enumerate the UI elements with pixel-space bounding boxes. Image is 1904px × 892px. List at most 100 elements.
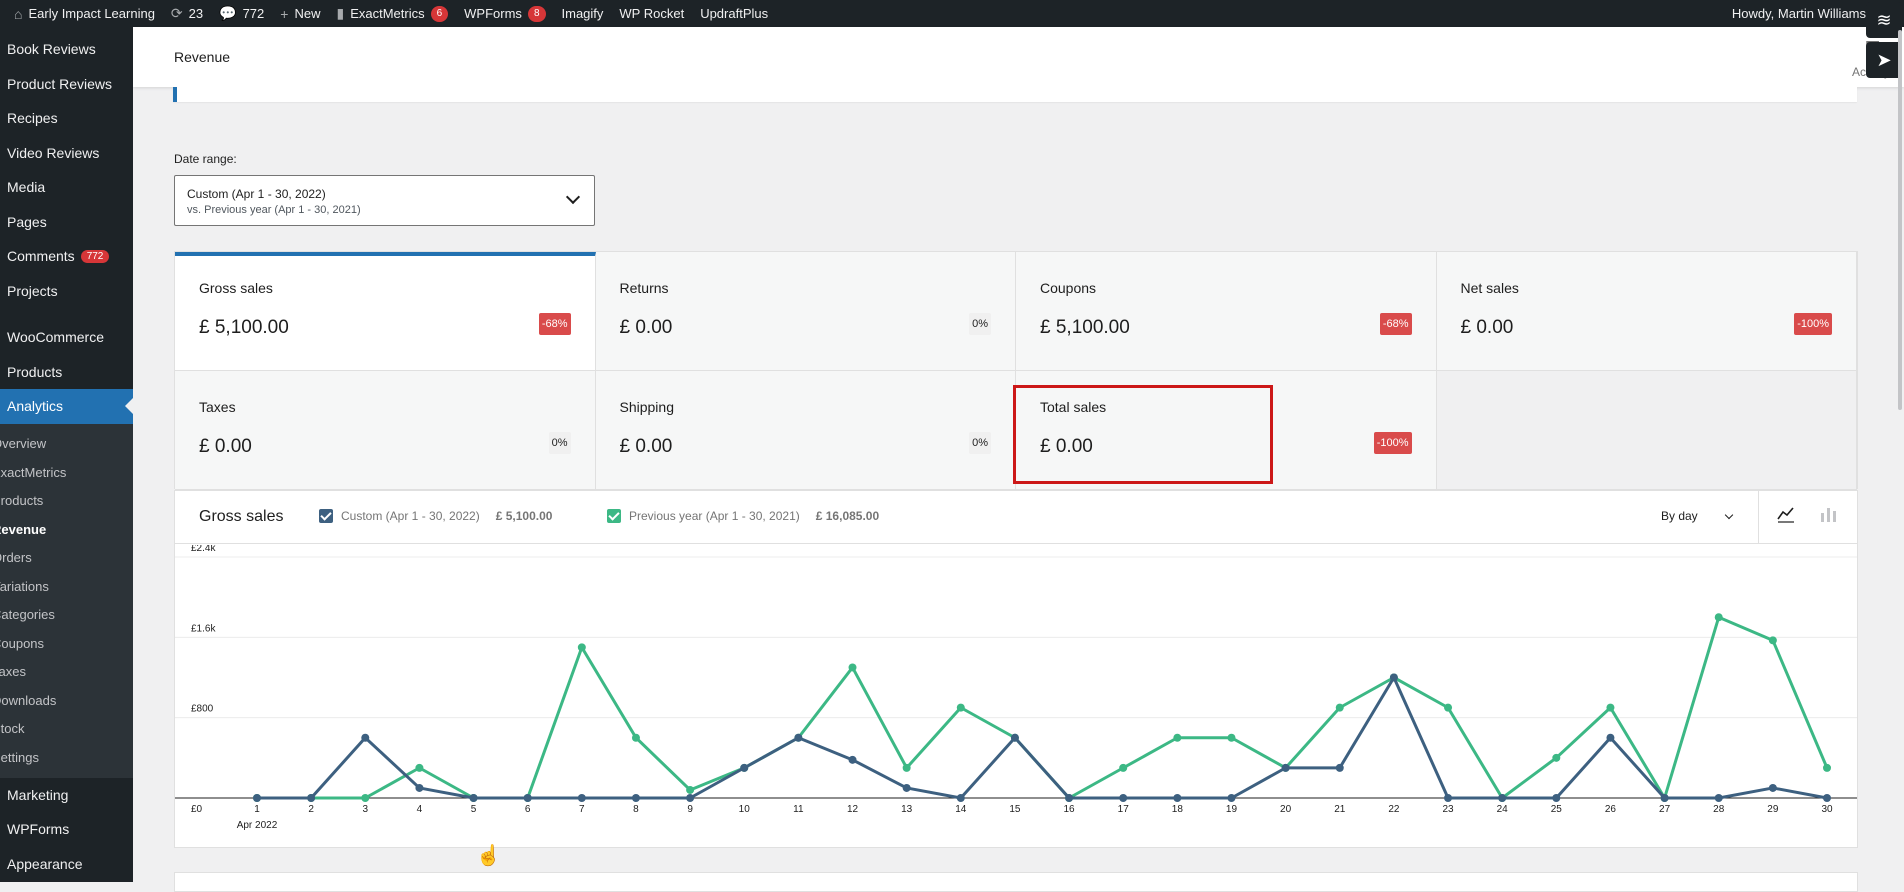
x-tick-label: 5 [471,804,477,815]
submenu-item-coupons[interactable]: Coupons [0,629,133,658]
layers-icon[interactable]: ≋ [1866,2,1902,38]
updates-link[interactable]: ⟳ 23 [163,0,211,27]
summary-card-taxes[interactable]: Taxes £ 0.00 0% [175,371,596,490]
sidebar-item-recipes[interactable]: Recipes [0,101,133,136]
new-content-link[interactable]: + New [272,0,328,27]
wpforms-link[interactable]: WPForms 8 [456,0,553,27]
sidebar-item-products[interactable]: Products [0,355,133,390]
summary-card-value: £ 0.00 [199,436,252,457]
submenu-item-label: Overview [0,436,47,452]
sidebar-item-media[interactable]: Media [0,170,133,205]
x-tick-label: 6 [525,804,531,815]
sidebar-item-product-reviews[interactable]: Product Reviews [0,67,133,102]
data-point-current [1173,794,1182,802]
date-range-select[interactable]: Custom (Apr 1 - 30, 2022) vs. Previous y… [174,175,595,226]
data-point-previous [1444,703,1453,712]
sidebar-item-book-reviews[interactable]: Book Reviews [0,32,133,67]
sidebar-item-label: Projects [7,282,58,299]
sidebar-item-label: Products [7,363,63,380]
comment-icon: 💬 [219,5,237,21]
interval-select[interactable]: By day [1661,509,1698,523]
summary-card-shipping[interactable]: Shipping £ 0.00 0% [595,371,1016,490]
wpforms-label: WPForms [464,6,522,21]
sidebar-item-pages[interactable]: Pages [0,205,133,240]
send-icon[interactable]: ➤ [1866,42,1902,78]
x-tick-label: 24 [1497,804,1509,815]
sidebar-item-marketing[interactable]: Marketing [0,778,133,813]
summary-card-returns[interactable]: Returns £ 0.00 0% [595,252,1016,371]
submenu-item-settings[interactable]: Settings [0,743,133,772]
submenu-item-downloads[interactable]: Downloads [0,686,133,715]
summary-card-coupons[interactable]: Coupons £ 5,100.00 -68% [1016,252,1437,371]
summary-card-gross-sales[interactable]: Gross sales £ 5,100.00 -68% [175,252,596,371]
submenu-item-orders[interactable]: Orders [0,544,133,573]
x-tick-label: 22 [1388,804,1400,815]
data-point-current [1444,794,1453,802]
sidebar-item-label: Pages [7,213,47,230]
submenu-item-variations[interactable]: Variations [0,572,133,601]
submenu-item-taxes[interactable]: Taxes [0,658,133,687]
date-range-label: Date range: [174,152,237,166]
submenu-item-categories[interactable]: Categories [0,601,133,630]
howdy-text: Howdy, Martin Williams [1731,6,1866,21]
x-tick-label: 23 [1442,804,1454,815]
summary-card-net-sales[interactable]: Net sales £ 0.00 -100% [1436,252,1857,371]
submenu-item-revenue[interactable]: Revenue [0,515,133,544]
submenu-item-label: Categories [0,607,55,623]
imagify-link[interactable]: Imagify [554,0,612,27]
data-point-current [1281,763,1290,772]
x-tick-label: 11 [793,804,804,815]
summary-card-empty [1436,371,1857,490]
data-point-current [1065,794,1074,802]
x-tick-label: 1 [254,804,260,815]
wprocket-link[interactable]: WP Rocket [611,0,692,27]
x-tick-label: 4 [417,804,423,815]
sidebar-item-analytics[interactable]: Analytics [0,389,133,424]
sidebar-item-label: WPForms [7,821,70,838]
summary-card-delta: -100% [1373,432,1412,454]
line-chart-icon[interactable] [1777,505,1795,526]
submenu-item-overview[interactable]: Overview [0,430,133,459]
summary-card-label: Returns [619,280,669,296]
bar-chart-icon[interactable] [1819,505,1837,526]
page-header: Revenue F Activity [133,27,1904,87]
submenu-item-products[interactable]: Products [0,487,133,516]
data-point-previous [1119,763,1128,772]
sidebar-item-wpforms[interactable]: WPForms [0,812,133,847]
comments-link[interactable]: 💬 772 [211,0,272,27]
page-title: Revenue [174,49,231,65]
sidebar-item-projects[interactable]: Projects [0,274,133,309]
data-point-current [1714,794,1723,802]
x-tick-label: 8 [633,804,639,815]
howdy-account-link[interactable]: Howdy, Martin Williams [1732,0,1866,27]
data-point-previous [1227,733,1236,742]
x-tick-label: 18 [1172,804,1184,815]
scrollbar[interactable] [1898,30,1902,410]
data-point-previous [956,703,965,712]
summary-card-label: Taxes [199,399,236,415]
sidebar-item-appearance[interactable]: Appearance [0,847,133,882]
x-sublabel: Apr 2022 [237,820,278,831]
updraftplus-link[interactable]: UpdraftPlus [692,0,776,27]
data-point-previous [415,763,424,772]
x-tick-label: 26 [1605,804,1617,815]
summary-card-value: £ 0.00 [619,317,673,338]
exactmetrics-link[interactable]: ▮ ExactMetrics 6 [328,0,456,27]
summary-card-delta: 0% [548,432,571,454]
legend-previous-total: £ 16,085.00 [815,509,880,523]
sidebar-item-label: Recipes [7,110,58,127]
submenu-item-stock[interactable]: Stock [0,715,133,744]
chart-title: Gross sales [199,508,284,525]
legend-item-current[interactable]: Custom (Apr 1 - 30, 2022) £ 5,100.00 [319,509,552,523]
sidebar-item-video-reviews[interactable]: Video Reviews [0,136,133,171]
legend-item-previous[interactable]: Previous year (Apr 1 - 30, 2021) £ 16,08… [607,509,879,523]
refresh-icon: ⟳ [170,5,183,21]
admin-bar: ⌂ Early Impact Learning ⟳ 23 💬 772 + New… [0,0,1904,27]
wprocket-label: WP Rocket [619,6,685,21]
data-point-previous [848,663,857,672]
plus-icon: + [280,5,289,22]
submenu-item-exactmetrics[interactable]: ExactMetrics [0,458,133,487]
sidebar-item-woocommerce[interactable]: WooCommerce [0,320,133,355]
sidebar-item-comments[interactable]: Comments 772 [0,239,133,274]
site-name-link[interactable]: ⌂ Early Impact Learning [0,0,163,27]
